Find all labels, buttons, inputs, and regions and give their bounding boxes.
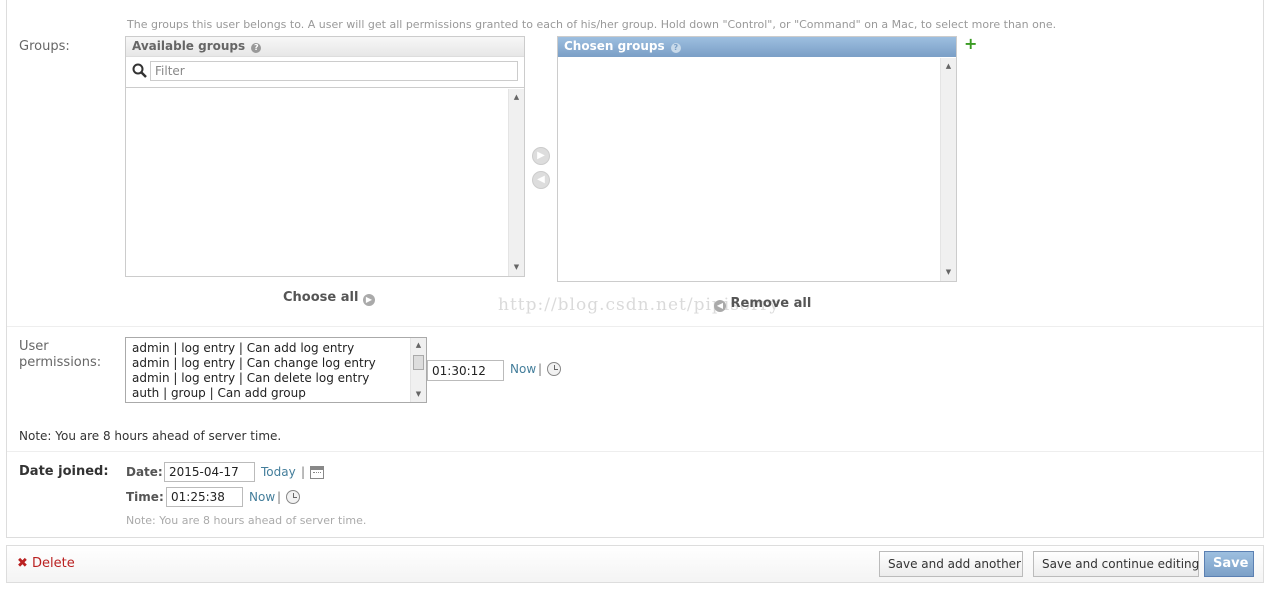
chosen-groups-scrollbar[interactable]: ▲ ▼ — [940, 58, 956, 281]
time-input[interactable] — [166, 487, 243, 507]
date-input[interactable] — [164, 462, 255, 482]
permission-option[interactable]: auth | group | Can add group — [126, 386, 426, 401]
calendar-icon[interactable] — [310, 466, 324, 479]
save-and-continue-button[interactable]: Save and continue editing — [1033, 551, 1199, 577]
remove-all-label: Remove all — [730, 296, 812, 311]
permission-option[interactable]: admin | log entry | Can delete log entry — [126, 371, 426, 386]
chosen-groups-title: Chosen groups — [564, 39, 665, 53]
permission-time-input[interactable] — [427, 360, 504, 381]
permission-option[interactable]: admin | log entry | Can change log entry — [126, 356, 426, 371]
separator: | — [301, 465, 306, 479]
submit-row: ✖ Delete Save and add another Save and c… — [6, 545, 1264, 583]
scroll-thumb[interactable] — [413, 355, 424, 370]
save-button[interactable]: Save — [1204, 551, 1254, 577]
remove-all-link[interactable]: ◀ Remove all — [714, 296, 811, 312]
groups-label: Groups: — [19, 39, 70, 54]
scroll-up-arrow[interactable]: ▲ — [941, 62, 956, 71]
now-link[interactable]: Now — [510, 362, 536, 376]
filter-bar — [126, 57, 524, 88]
delete-link[interactable]: ✖ Delete — [17, 556, 75, 571]
scroll-down-arrow[interactable]: ▼ — [509, 263, 524, 272]
row-divider — [7, 326, 1263, 327]
now-link[interactable]: Now — [249, 490, 275, 504]
scroll-up-arrow[interactable]: ▲ — [411, 341, 426, 350]
delete-x-icon: ✖ — [17, 556, 28, 571]
delete-label: Delete — [32, 556, 75, 571]
available-groups-box: Available groups ? ▲ ▼ — [125, 36, 525, 277]
chosen-groups-list[interactable] — [558, 58, 940, 281]
search-icon — [132, 63, 147, 78]
groups-help-text: The groups this user belongs to. A user … — [127, 18, 1057, 31]
available-groups-list[interactable] — [126, 89, 508, 276]
separator: | — [277, 490, 282, 504]
groups-filter-input[interactable] — [150, 61, 518, 81]
choose-all-label: Choose all — [283, 290, 359, 305]
arrow-left-circle-icon: ◀ — [714, 300, 726, 312]
timezone-note: Note: You are 8 hours ahead of server ti… — [19, 429, 282, 443]
available-groups-title: Available groups — [132, 39, 246, 53]
help-icon: ? — [251, 43, 262, 53]
scroll-up-arrow[interactable]: ▲ — [509, 93, 524, 102]
scroll-down-arrow[interactable]: ▼ — [411, 390, 426, 399]
date-label: Date: — [126, 465, 163, 479]
permissions-scrollbar[interactable]: ▲ ▼ — [410, 338, 426, 402]
user-permissions-label: User permissions: — [19, 339, 101, 371]
date-joined-help: Note: You are 8 hours ahead of server ti… — [126, 514, 367, 527]
choose-all-link[interactable]: Choose all ▶ — [283, 290, 375, 306]
save-and-add-another-button[interactable]: Save and add another — [879, 551, 1023, 577]
add-group-plus-icon[interactable]: + — [964, 36, 977, 52]
clock-icon[interactable] — [547, 362, 561, 376]
today-link[interactable]: Today — [261, 465, 296, 479]
date-joined-label: Date joined: — [19, 464, 109, 479]
user-permissions-select[interactable]: admin | log entry | Can add log entry ad… — [125, 337, 427, 403]
remove-from-chosen-button[interactable]: ◀ — [532, 171, 550, 189]
separator: | — [538, 362, 543, 376]
scroll-down-arrow[interactable]: ▼ — [941, 268, 956, 277]
add-to-chosen-button[interactable]: ▶ — [532, 147, 550, 165]
permission-option[interactable]: admin | log entry | Can add log entry — [126, 341, 426, 356]
arrow-right-circle-icon: ▶ — [362, 294, 375, 306]
label-line: User — [19, 339, 49, 354]
available-groups-scrollbar[interactable]: ▲ ▼ — [508, 89, 524, 276]
label-line: permissions: — [19, 355, 102, 370]
available-groups-header: Available groups ? — [126, 37, 524, 57]
clock-icon[interactable] — [286, 490, 300, 504]
help-icon: ? — [670, 43, 681, 53]
chosen-groups-header: Chosen groups ? — [558, 37, 956, 57]
chosen-groups-box: Chosen groups ? ▲ ▼ — [557, 36, 957, 282]
row-divider — [7, 451, 1263, 452]
time-label: Time: — [126, 490, 164, 504]
